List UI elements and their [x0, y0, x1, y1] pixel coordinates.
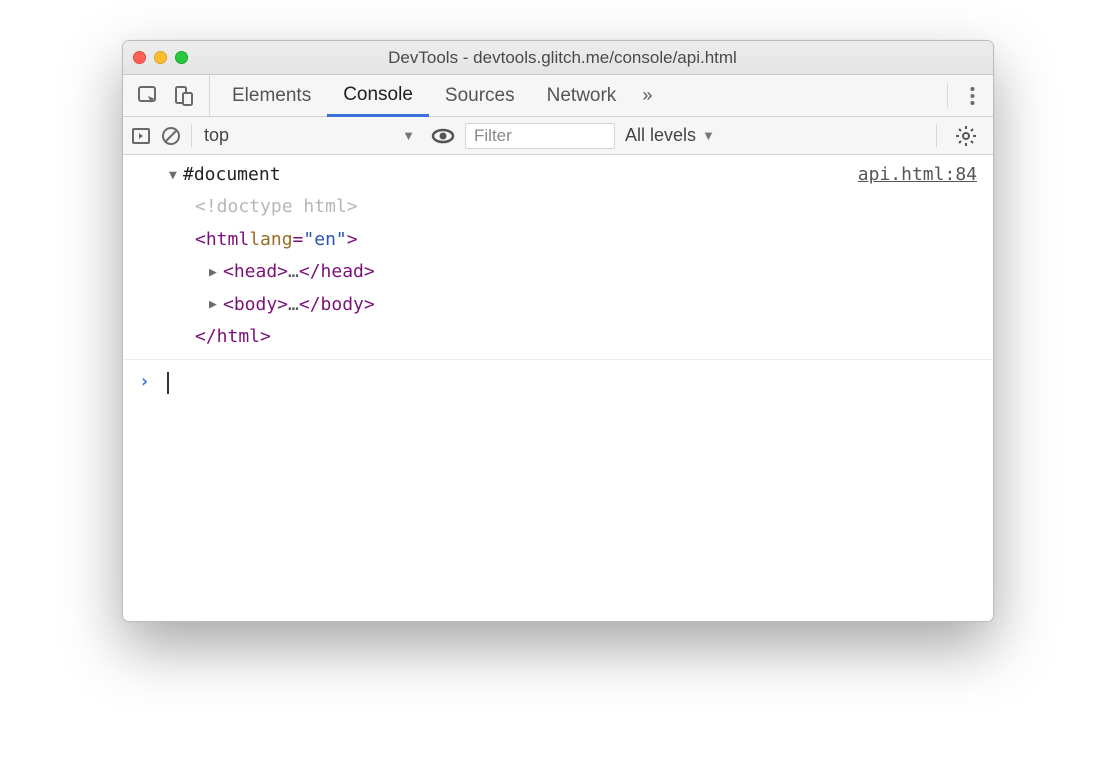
devtools-window: DevTools - devtools.glitch.me/console/ap… — [122, 40, 994, 622]
tab-console[interactable]: Console — [327, 75, 429, 117]
console-settings-icon[interactable] — [947, 125, 985, 147]
window-title: DevTools - devtools.glitch.me/console/ap… — [142, 48, 983, 68]
html-close-tag: </html> — [169, 321, 375, 353]
log-levels-selector[interactable]: All levels ▼ — [625, 125, 715, 146]
disclosure-triangle-icon[interactable] — [169, 164, 183, 187]
console-message[interactable]: #document <!doctype html> <html lang="en… — [123, 155, 993, 360]
live-expression-icon[interactable] — [431, 126, 455, 146]
inspect-element-icon[interactable] — [137, 85, 159, 107]
tab-elements[interactable]: Elements — [216, 75, 327, 116]
divider — [947, 83, 948, 108]
doctype-node: <!doctype html> — [169, 191, 375, 223]
panel-tabs: Elements Console Sources Network » — [210, 75, 668, 116]
tab-network[interactable]: Network — [531, 75, 633, 116]
disclosure-triangle-icon[interactable] — [209, 293, 223, 316]
disclosure-triangle-icon[interactable] — [209, 261, 223, 284]
console-toolbar: top ▼ Filter All levels ▼ — [123, 117, 993, 155]
context-selector[interactable]: top ▼ — [191, 124, 421, 146]
tabs-overflow-button[interactable]: » — [632, 75, 662, 116]
toggle-sidebar-icon[interactable] — [131, 126, 151, 146]
filter-placeholder: Filter — [474, 126, 512, 146]
divider — [936, 124, 937, 146]
chevron-down-icon: ▼ — [702, 128, 715, 143]
inspect-tools — [123, 75, 210, 116]
body-node[interactable]: <body>…</body> — [169, 289, 375, 321]
chevron-down-icon: ▼ — [402, 128, 415, 143]
clear-console-icon[interactable] — [161, 126, 181, 146]
panel-tabs-bar: Elements Console Sources Network » — [123, 75, 993, 117]
document-node-label: #document — [183, 159, 281, 191]
device-toolbar-icon[interactable] — [173, 85, 195, 107]
filter-input[interactable]: Filter — [465, 123, 615, 149]
html-open-tag[interactable]: <html lang="en"> — [169, 224, 375, 256]
head-node[interactable]: <head>…</head> — [169, 256, 375, 288]
prompt-chevron-icon: › — [139, 366, 165, 398]
titlebar: DevTools - devtools.glitch.me/console/ap… — [123, 41, 993, 75]
source-link[interactable]: api.html:84 — [838, 159, 977, 191]
context-selector-label: top — [204, 125, 229, 146]
main-menu-button[interactable] — [952, 75, 993, 116]
console-output: #document <!doctype html> <html lang="en… — [123, 155, 993, 621]
dom-tree: #document <!doctype html> <html lang="en… — [169, 159, 375, 353]
console-prompt[interactable]: › — [123, 360, 993, 404]
text-cursor — [167, 372, 169, 394]
log-levels-label: All levels — [625, 125, 696, 146]
tab-sources[interactable]: Sources — [429, 75, 531, 116]
